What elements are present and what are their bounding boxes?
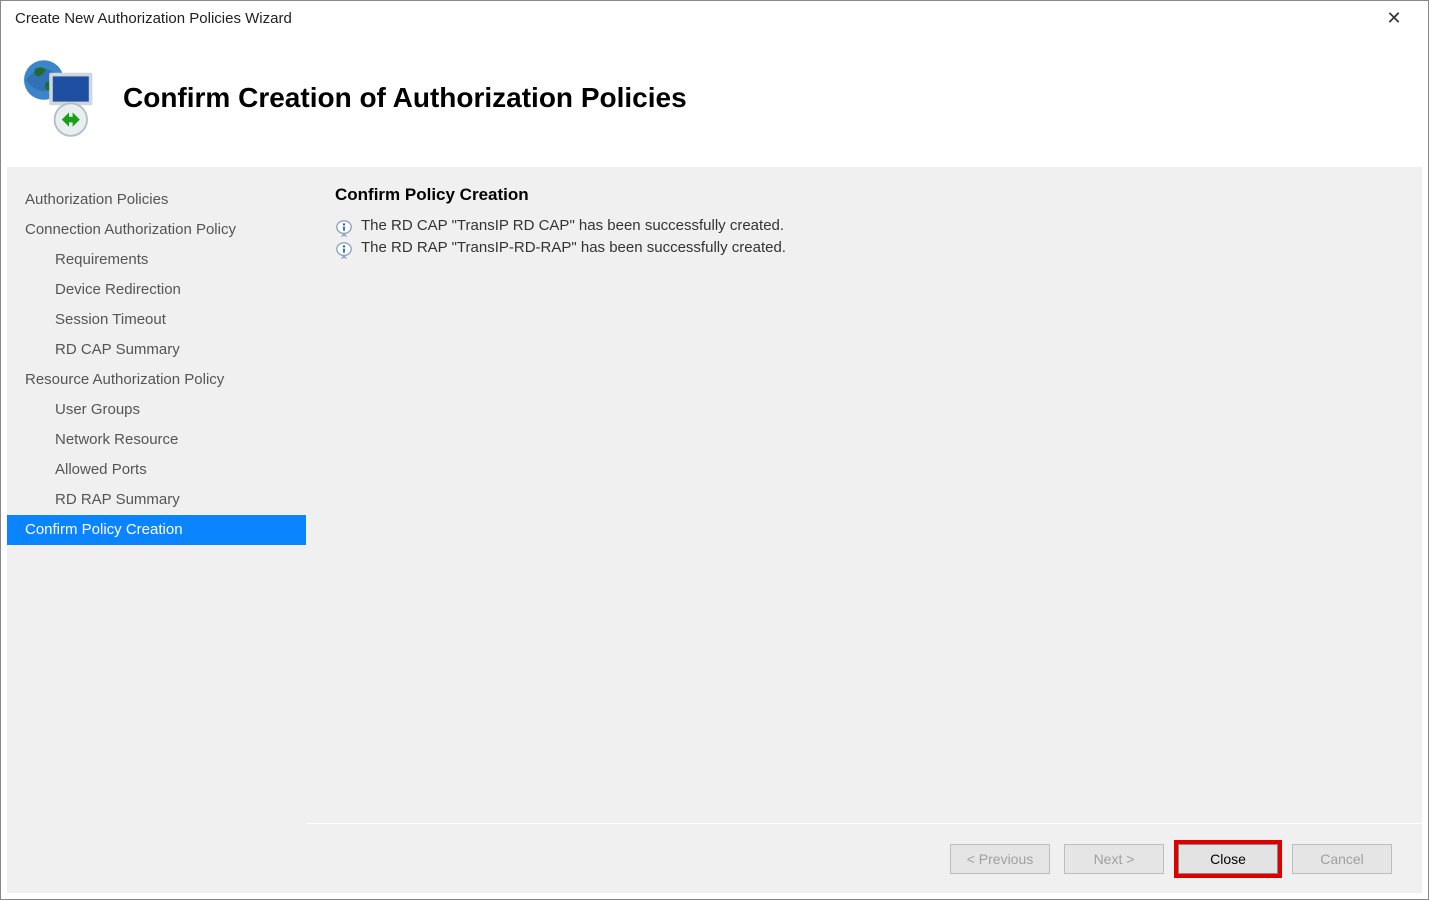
content-col: Confirm Policy Creation The RD CAP "Tran… xyxy=(307,167,1422,893)
sidebar-item-rd-cap-summary[interactable]: RD CAP Summary xyxy=(7,335,306,365)
titlebar: Create New Authorization Policies Wizard… xyxy=(1,1,1428,35)
info-icon xyxy=(335,241,353,259)
messages: The RD CAP "TransIP RD CAP" has been suc… xyxy=(335,217,1394,259)
header: Confirm Creation of Authorization Polici… xyxy=(1,35,1428,167)
previous-button[interactable]: < Previous xyxy=(950,844,1050,874)
page-title: Confirm Creation of Authorization Polici… xyxy=(123,82,687,114)
wizard-icon xyxy=(15,53,105,143)
sidebar-item-confirm-policy-creation[interactable]: Confirm Policy Creation xyxy=(7,515,306,545)
window-title: Create New Authorization Policies Wizard xyxy=(15,10,292,27)
status-message: The RD RAP "TransIP-RD-RAP" has been suc… xyxy=(335,239,1394,259)
status-message-text: The RD RAP "TransIP-RD-RAP" has been suc… xyxy=(361,239,786,256)
content-heading: Confirm Policy Creation xyxy=(335,185,1394,205)
sidebar-item-allowed-ports[interactable]: Allowed Ports xyxy=(7,455,306,485)
body: Authorization PoliciesConnection Authori… xyxy=(1,167,1428,899)
sidebar-item-connection-authorization-policy[interactable]: Connection Authorization Policy xyxy=(7,215,306,245)
sidebar-item-session-timeout[interactable]: Session Timeout xyxy=(7,305,306,335)
cancel-button[interactable]: Cancel xyxy=(1292,844,1392,874)
sidebar-item-network-resource[interactable]: Network Resource xyxy=(7,425,306,455)
status-message-text: The RD CAP "TransIP RD CAP" has been suc… xyxy=(361,217,784,234)
footer: < Previous Next > Close Cancel xyxy=(307,823,1422,893)
info-icon xyxy=(335,219,353,237)
status-message: The RD CAP "TransIP RD CAP" has been suc… xyxy=(335,217,1394,237)
sidebar-item-resource-authorization-policy[interactable]: Resource Authorization Policy xyxy=(7,365,306,395)
sidebar-item-user-groups[interactable]: User Groups xyxy=(7,395,306,425)
sidebar: Authorization PoliciesConnection Authori… xyxy=(7,167,307,893)
wizard-window: Create New Authorization Policies Wizard… xyxy=(0,0,1429,900)
close-button[interactable]: Close xyxy=(1178,844,1278,874)
sidebar-item-authorization-policies[interactable]: Authorization Policies xyxy=(7,185,306,215)
next-button[interactable]: Next > xyxy=(1064,844,1164,874)
sidebar-item-rd-rap-summary[interactable]: RD RAP Summary xyxy=(7,485,306,515)
sidebar-item-requirements[interactable]: Requirements xyxy=(7,245,306,275)
sidebar-item-device-redirection[interactable]: Device Redirection xyxy=(7,275,306,305)
content-main: Confirm Policy Creation The RD CAP "Tran… xyxy=(307,167,1422,823)
window-close-button[interactable]: ✕ xyxy=(1374,1,1414,35)
